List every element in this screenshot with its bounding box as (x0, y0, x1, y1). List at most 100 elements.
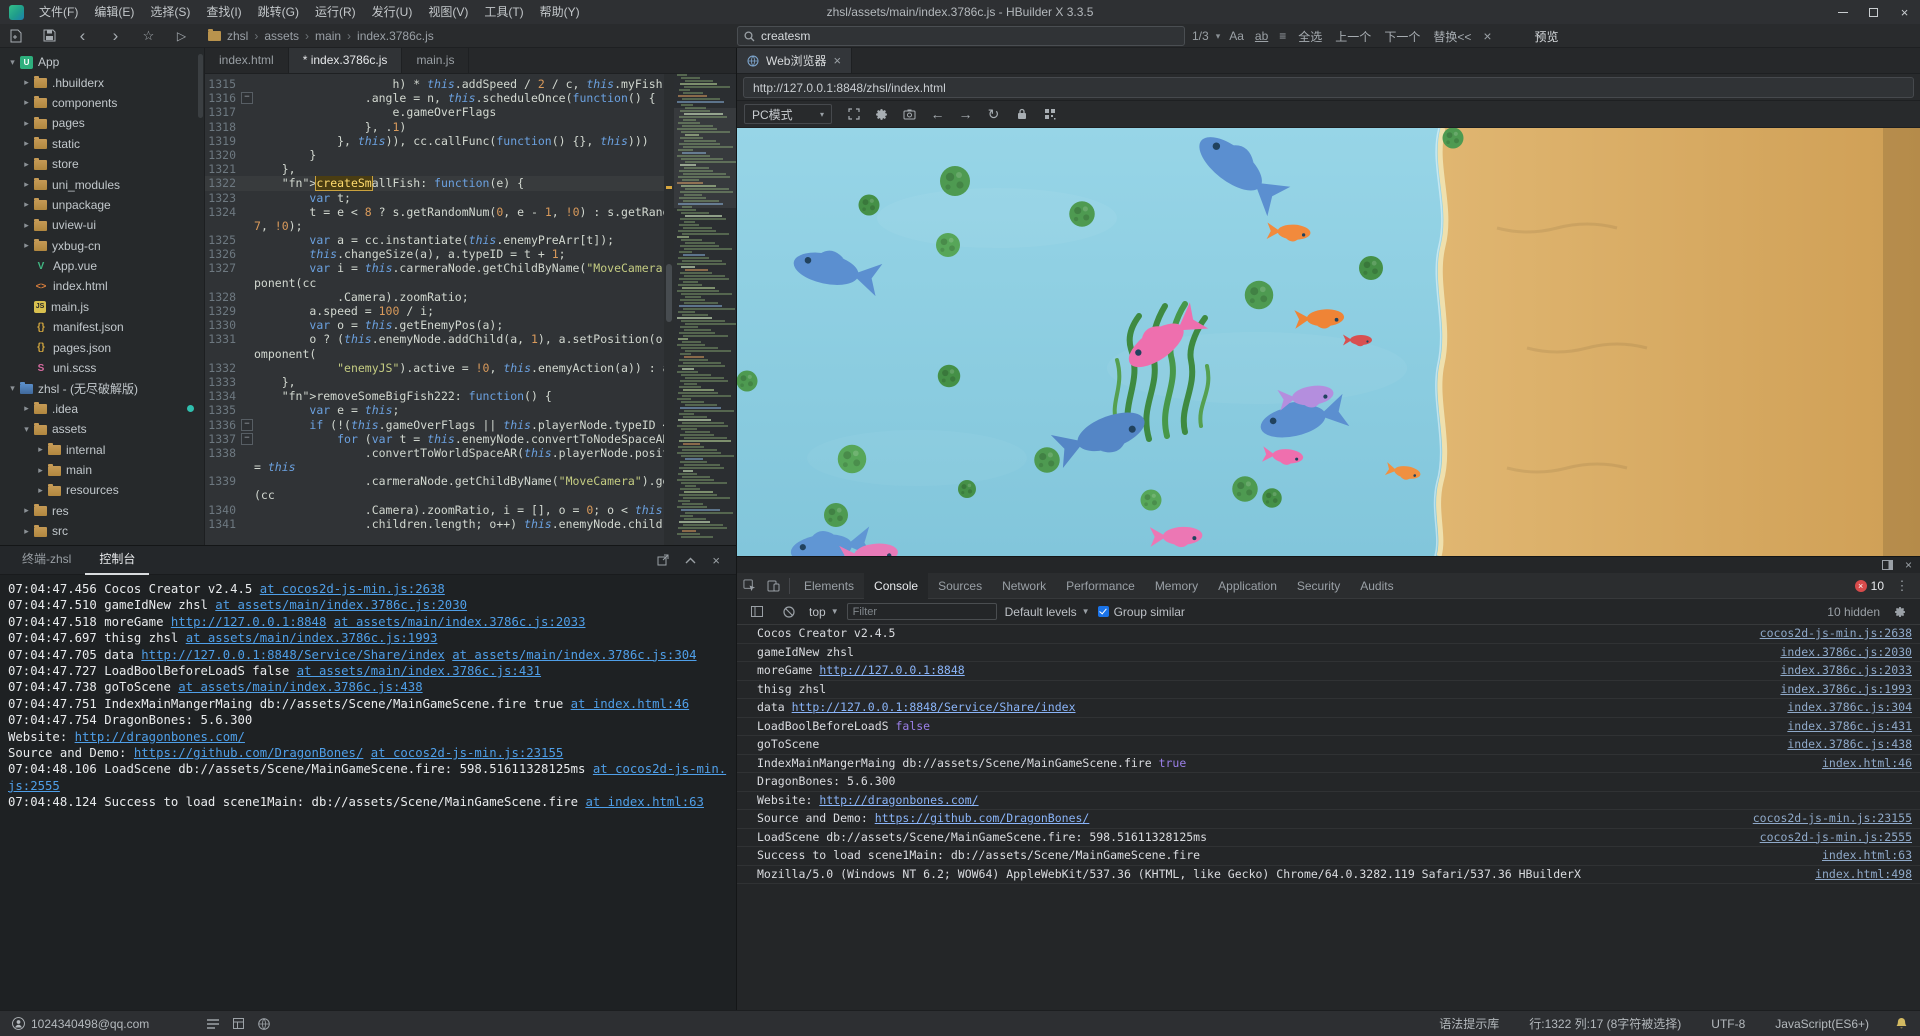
run-icon[interactable]: ▷ (165, 24, 198, 48)
tree-item-pages-json[interactable]: pages.json (0, 337, 204, 357)
log-level-select[interactable]: Default levels ▼ (1005, 605, 1090, 619)
console-link[interactable]: at assets/main/index.3786c.js:304 (452, 648, 696, 662)
tree-item-static[interactable]: ▸static (0, 134, 204, 154)
chevron-right-icon[interactable]: ▸ (20, 403, 33, 414)
breadcrumb-item-index-3786c-js[interactable]: index.3786c.js (357, 29, 434, 43)
forward-icon[interactable]: › (99, 24, 132, 48)
game-viewport[interactable] (737, 128, 1920, 556)
tree-item-yxbug-cn[interactable]: ▸yxbug-cn (0, 236, 204, 256)
console-source-link[interactable]: cocos2d-js-min.js:23155 (1753, 812, 1912, 826)
devtools-console-output[interactable]: Cocos Creator v2.4.5cocos2d-js-min.js:26… (737, 625, 1920, 1010)
console-source-link[interactable]: index.3786c.js:2030 (1780, 646, 1912, 660)
console-settings-icon[interactable] (1888, 600, 1912, 624)
bell-icon[interactable] (1895, 1017, 1908, 1030)
console-link[interactable]: https://github.com/DragonBones/ (134, 746, 364, 760)
tree-item-unpackage[interactable]: ▸unpackage (0, 195, 204, 215)
tree-item-components[interactable]: ▸components (0, 93, 204, 113)
menu-r[interactable]: 运行(R) (307, 0, 364, 24)
scrollbar-thumb[interactable] (666, 264, 672, 322)
menu-g[interactable]: 跳转(G) (250, 0, 307, 24)
tree-item-uview-ui[interactable]: ▸uview-ui (0, 215, 204, 235)
editor-tab-main-js[interactable]: main.js (402, 48, 469, 73)
close-window-button[interactable]: × (1889, 0, 1920, 24)
code-line[interactable]: 1327 var i = this.carmeraNode.getChildBy… (205, 261, 664, 275)
console-source-link[interactable]: index.3786c.js:2033 (1780, 664, 1912, 678)
device-toolbar-icon[interactable] (761, 574, 785, 598)
tree-item-index-html[interactable]: index.html (0, 276, 204, 296)
error-count-badge[interactable]: × 10 (1855, 579, 1884, 593)
chevron-right-icon[interactable]: ▸ (20, 138, 33, 149)
select-all-button[interactable]: 全选 (1295, 28, 1325, 45)
url-input[interactable] (743, 77, 1914, 98)
next-match-button[interactable]: 下一个 (1381, 28, 1423, 45)
code-line[interactable]: 1315 h) * this.addSpeed / 2 / c, this.my… (205, 77, 664, 91)
fold-icon[interactable] (239, 418, 254, 432)
console-link[interactable]: at cocos2d-js-min.js:23155 (371, 746, 564, 760)
qrcode-icon[interactable] (1037, 104, 1062, 125)
menu-i[interactable]: 查找(I) (198, 0, 249, 24)
console-source-link[interactable]: index.html:498 (1815, 868, 1912, 882)
console-link[interactable]: at assets/main/index.3786c.js:431 (297, 664, 541, 678)
group-similar-checkbox[interactable]: Group similar (1098, 605, 1185, 619)
tree-item-main[interactable]: ▸main (0, 460, 204, 480)
chevron-right-icon[interactable]: ▸ (20, 77, 33, 88)
chevron-right-icon[interactable]: ▸ (34, 444, 47, 455)
code-line[interactable]: 1329 a.speed = 100 / i; (205, 304, 664, 318)
chevron-right-icon[interactable]: ▸ (20, 505, 33, 516)
filter-box[interactable] (847, 603, 997, 620)
context-selector[interactable]: top ▼ (809, 605, 839, 619)
chevron-right-icon[interactable]: ▸ (20, 220, 33, 231)
syntax-hint-lib[interactable]: 语法提示库 (1439, 1015, 1499, 1032)
menu-y[interactable]: 帮助(Y) (532, 0, 588, 24)
minimap[interactable] (674, 74, 736, 545)
console-link[interactable]: at assets/main/index.3786c.js:2030 (215, 598, 467, 612)
close-find-icon[interactable]: × (1481, 28, 1493, 44)
tree-item-idea[interactable]: ▸.idea (0, 399, 204, 419)
console-link[interactable]: http://dragonbones.com/ (75, 730, 245, 744)
chevron-right-icon[interactable]: ▸ (20, 97, 33, 108)
tree-item-app-vue[interactable]: App.vue (0, 256, 204, 276)
tree-item-zhsl[interactable]: ▾zhsl - (无尽破解版) (0, 378, 204, 398)
outline-list-icon[interactable] (207, 1019, 219, 1029)
code-line[interactable]: = this (205, 460, 664, 474)
chevron-down-icon[interactable]: ▾ (20, 424, 33, 435)
close-tab-icon[interactable]: × (833, 53, 841, 68)
console-url-link[interactable]: http://127.0.0.1:8848/Service/Share/inde… (792, 700, 1076, 714)
code-line[interactable]: 1318 }, .1) (205, 120, 664, 134)
fold-icon[interactable] (239, 432, 254, 446)
code-line[interactable]: 1325 var a = cc.instantiate(this.enemyPr… (205, 233, 664, 247)
close-devtools-icon[interactable]: × (1905, 558, 1912, 572)
tree-item-manifest-json[interactable]: manifest.json (0, 317, 204, 337)
menu-s[interactable]: 选择(S) (142, 0, 198, 24)
console-filter-input[interactable] (853, 606, 991, 618)
tree-item-hbuilderx[interactable]: ▸.hbuilderx (0, 72, 204, 92)
menu-u[interactable]: 发行(U) (364, 0, 421, 24)
chevron-right-icon[interactable]: ▸ (20, 199, 33, 210)
console-url-link[interactable]: http://127.0.0.1:8848 (819, 663, 964, 677)
tree-item-store[interactable]: ▸store (0, 154, 204, 174)
code-line[interactable]: 1326 this.changeSize(a), a.typeID = t + … (205, 247, 664, 261)
code-line[interactable]: 7, !0); (205, 219, 664, 233)
tree-item-internal[interactable]: ▸internal (0, 439, 204, 459)
chevron-right-icon[interactable]: ▸ (34, 485, 47, 496)
tree-item-res[interactable]: ▸res (0, 501, 204, 521)
chevron-right-icon[interactable]: ▸ (20, 526, 33, 537)
new-file-icon[interactable] (0, 24, 33, 48)
console-link[interactable]: at assets/main/index.3786c.js:2033 (334, 615, 586, 629)
console-sidebar-icon[interactable] (745, 600, 769, 624)
chevron-right-icon[interactable]: ▸ (20, 179, 33, 190)
console-source-link[interactable]: index.3786c.js:438 (1787, 738, 1912, 752)
screenshot-icon[interactable] (897, 104, 922, 125)
editor-tab-index-html[interactable]: index.html (205, 48, 289, 73)
chevron-right-icon[interactable]: ▸ (20, 240, 33, 251)
code-line[interactable]: 1321 }, (205, 162, 664, 176)
account-button[interactable]: 1024340498@qq.com (12, 1017, 149, 1031)
code-line[interactable]: 1341 .children.length; o++) this.enemyNo… (205, 517, 664, 531)
device-mode-select[interactable]: PC模式 ▾ (744, 104, 832, 124)
console-link[interactable]: at assets/main/index.3786c.js:1993 (186, 631, 438, 645)
viewport-fit-icon[interactable] (841, 104, 866, 125)
inspect-element-icon[interactable] (737, 574, 761, 598)
find-input-box[interactable] (737, 26, 1185, 46)
console-source-link[interactable]: index.html:46 (1822, 757, 1912, 771)
chevron-down-icon[interactable]: ▾ (1216, 31, 1221, 42)
